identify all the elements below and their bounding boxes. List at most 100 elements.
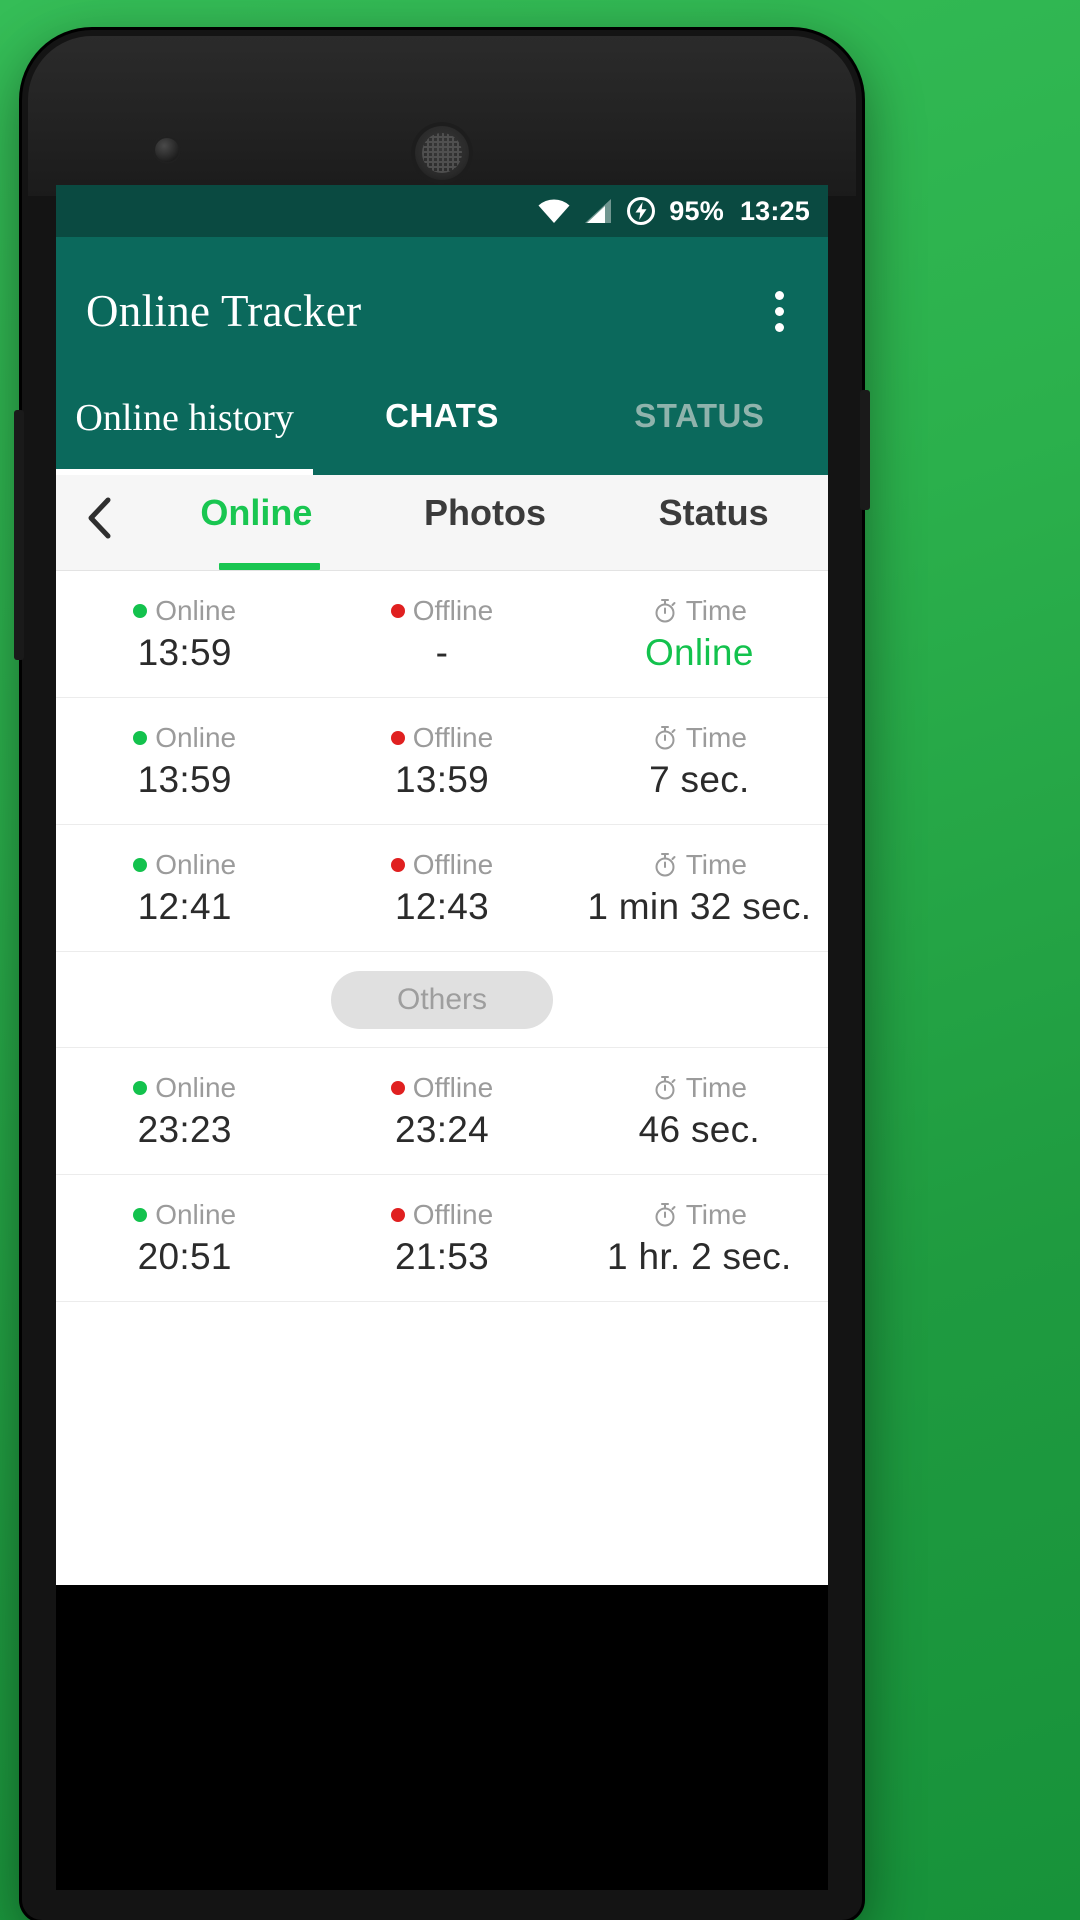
green-dot-icon (133, 731, 148, 745)
sub-tab-indicator (219, 563, 320, 570)
online-cell: Online 13:59 (56, 724, 313, 798)
offline-time-value: 23:24 (394, 1109, 490, 1150)
red-dot-icon (390, 858, 405, 872)
offline-column-header: Offline (390, 595, 494, 626)
online-column-label: Online (155, 1072, 237, 1103)
duration-cell: Time 1 hr. 2 sec. (571, 1201, 828, 1277)
table-row[interactable]: Online 13:59 Offline - Time Online (56, 571, 828, 698)
status-bar: 95% 13:25 (56, 185, 828, 237)
duration-cell: Time 1 min 32 sec. (571, 849, 828, 927)
volume-button[interactable] (14, 410, 24, 660)
offline-column-label: Offline (412, 595, 494, 626)
online-time-value: 13:59 (137, 759, 232, 800)
tab-chats-label: CHATS (385, 397, 499, 434)
offline-cell: Offline 23:24 (313, 1074, 570, 1148)
time-column-header: Time (652, 724, 747, 752)
phone-screen: 95% 13:25 Online Tracker Online history … (56, 185, 828, 1585)
duration-cell: Time Online (571, 597, 828, 673)
red-dot-icon (390, 604, 405, 618)
tab-status[interactable]: STATUS (571, 385, 828, 475)
online-column-header: Online (133, 597, 236, 625)
duration-value: 1 min 32 sec. (587, 886, 812, 927)
stopwatch-icon (655, 1203, 676, 1227)
offline-cell: Offline 12:43 (313, 851, 570, 925)
green-dot-icon (133, 604, 148, 618)
stopwatch-icon (655, 1076, 676, 1100)
time-column-label: Time (685, 1072, 747, 1103)
online-column-label: Online (155, 722, 237, 753)
cellular-signal-icon (583, 198, 613, 224)
offline-time-value: 21:53 (394, 1236, 490, 1277)
table-row[interactable]: Online 23:23 Offline 23:24 Time 46 sec. (56, 1048, 828, 1175)
offline-cell: Offline 13:59 (313, 724, 570, 798)
primary-tab-bar: Online history CHATS STATUS (56, 385, 828, 475)
page-title: Online Tracker (86, 285, 362, 336)
tab-chats[interactable]: CHATS (313, 385, 570, 475)
offline-column-label: Offline (412, 849, 494, 880)
online-history-list: Online 13:59 Offline - Time Online Onlin… (56, 571, 828, 1562)
sub-tab-status-label: Status (658, 492, 769, 533)
power-button[interactable] (860, 390, 870, 510)
app-bar: Online Tracker (56, 237, 828, 385)
red-dot-icon (390, 1081, 405, 1095)
earpiece-speaker (411, 122, 473, 184)
duration-value: 1 hr. 2 sec. (607, 1236, 792, 1277)
duration-value: 7 sec. (649, 759, 750, 800)
offline-column-header: Offline (390, 722, 494, 753)
table-row[interactable]: Online 12:41 Offline 12:43 Time 1 min 32… (56, 825, 828, 952)
offline-time-value: 13:59 (394, 759, 490, 800)
online-column-header: Online (133, 851, 236, 879)
offline-cell: Offline - (313, 597, 570, 671)
online-column-label: Online (155, 595, 237, 626)
sub-tab-online-label: Online (200, 492, 313, 533)
duration-cell: Time 7 sec. (571, 724, 828, 800)
duration-value: 46 sec. (638, 1109, 761, 1150)
table-row[interactable]: Online 20:51 Offline 21:53 Time 1 hr. 2 … (56, 1175, 828, 1302)
online-time-value: 12:41 (137, 886, 232, 927)
red-dot-icon (390, 1208, 405, 1222)
tab-online-history[interactable]: Online history (56, 385, 313, 475)
status-bar-clock: 13:25 (739, 195, 810, 226)
red-dot-icon (390, 731, 405, 745)
time-column-label: Time (685, 595, 747, 626)
stopwatch-icon (655, 726, 676, 750)
green-dot-icon (133, 858, 148, 872)
sub-tab-online[interactable]: Online (142, 475, 371, 570)
others-badge: Others (330, 970, 554, 1029)
online-cell: Online 12:41 (56, 851, 313, 925)
back-chevron-icon[interactable] (56, 475, 142, 570)
offline-column-label: Offline (412, 722, 494, 753)
wifi-icon (537, 198, 571, 224)
online-cell: Online 13:59 (56, 597, 313, 671)
time-column-header: Time (652, 597, 747, 625)
others-divider-row: Others (56, 952, 828, 1048)
table-row[interactable]: Online 13:59 Offline 13:59 Time 7 sec. (56, 698, 828, 825)
offline-time-value: 12:43 (394, 886, 490, 927)
offline-column-header: Offline (390, 1199, 494, 1230)
time-column-label: Time (685, 722, 747, 753)
online-column-label: Online (155, 849, 237, 880)
online-time-value: 13:59 (137, 632, 232, 673)
time-column-label: Time (685, 1199, 747, 1230)
sub-tab-bar: Online Photos Status (56, 475, 828, 571)
time-column-label: Time (685, 849, 747, 880)
time-column-header: Time (652, 1201, 747, 1229)
sub-tab-photos[interactable]: Photos (371, 475, 600, 570)
stopwatch-icon (655, 599, 676, 623)
online-column-label: Online (155, 1199, 237, 1230)
green-dot-icon (133, 1208, 148, 1222)
phone-bottom-bezel (56, 1585, 828, 1890)
phone-device-frame: 95% 13:25 Online Tracker Online history … (14, 30, 870, 1920)
offline-cell: Offline 21:53 (313, 1201, 570, 1275)
duration-value: Online (644, 632, 754, 673)
tab-online-history-label: Online history (75, 397, 294, 439)
offline-column-label: Offline (412, 1199, 494, 1230)
online-time-value: 20:51 (137, 1236, 232, 1277)
sub-tab-status[interactable]: Status (599, 475, 828, 570)
overflow-menu-icon[interactable] (756, 281, 802, 341)
offline-column-header: Offline (390, 1074, 493, 1102)
green-dot-icon (133, 1081, 148, 1095)
duration-cell: Time 46 sec. (571, 1074, 828, 1150)
time-column-header: Time (652, 1074, 747, 1102)
online-column-header: Online (133, 1074, 236, 1102)
